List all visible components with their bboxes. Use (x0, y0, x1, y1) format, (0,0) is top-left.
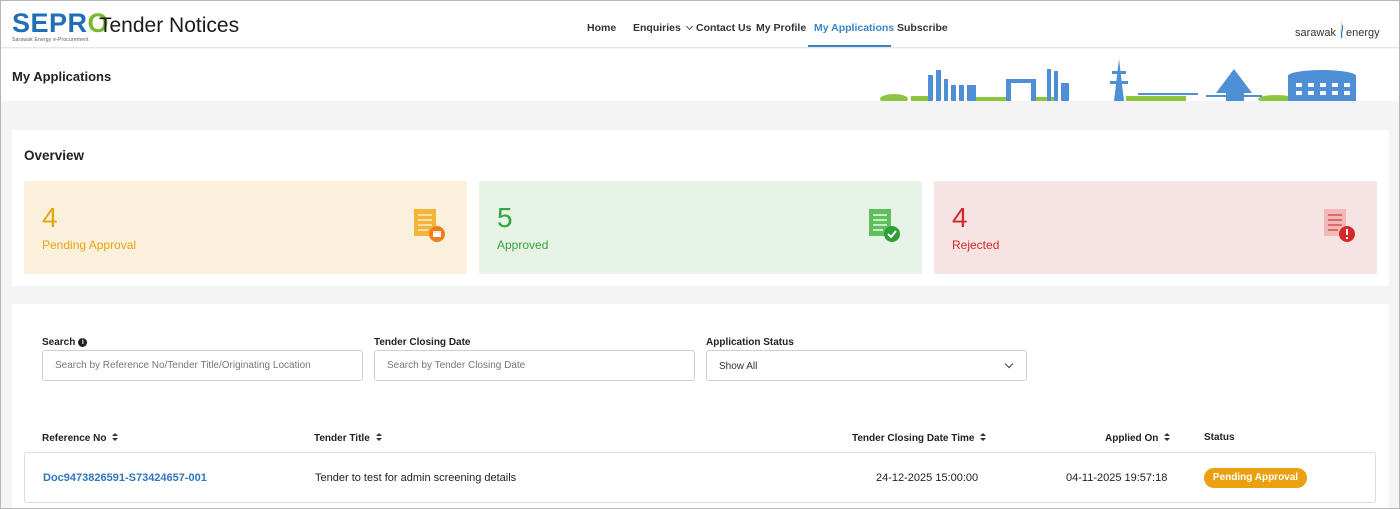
logo-text: SEPRO (12, 8, 110, 38)
column-header-label: Applied On (1105, 433, 1159, 444)
nav-enquiries[interactable]: Enquiries (633, 22, 693, 34)
brand-left: sarawak (1295, 27, 1336, 39)
column-header-closing-date[interactable]: Tender Closing Date Time (852, 432, 987, 444)
search-label: Search i (42, 337, 88, 348)
stat-label: Rejected (952, 238, 1000, 252)
rejected-document-icon (1324, 209, 1355, 242)
tender-closing-date-label: Tender Closing Date (374, 337, 471, 348)
site-title: Tender Notices (99, 14, 240, 37)
city-skyline-illustration (880, 59, 1356, 101)
sepro-logo[interactable]: SEPRO Sarawak Energy e-Procurement (12, 8, 110, 44)
column-header-label: Tender Closing Date Time (852, 433, 975, 444)
search-label-text: Search (42, 337, 76, 348)
column-header-tender-title[interactable]: Tender Title (314, 432, 382, 444)
column-header-reference-no[interactable]: Reference No (42, 432, 119, 444)
application-status-value: Show All (719, 361, 758, 372)
logo-subtitle: Sarawak Energy e-Procurement (12, 37, 89, 43)
nav-home[interactable]: Home (587, 22, 616, 34)
nav-enquiries-label: Enquiries (633, 22, 681, 34)
column-header-label: Tender Title (314, 433, 370, 444)
sort-icon (112, 433, 119, 442)
active-nav-indicator (808, 45, 891, 47)
overview-title: Overview (24, 148, 85, 163)
tender-title-cell: Tender to test for admin screening detai… (315, 472, 517, 484)
nav-contact-us[interactable]: Contact Us (696, 22, 751, 34)
applications-list-card: Searchi Tender Closing Date Application … (12, 304, 1389, 508)
applied-on-cell: 04-11-2025 19:57:18 (1066, 472, 1168, 484)
search-input[interactable] (42, 350, 363, 381)
page-frame: SEPRO Sarawak Energy e-Procurement Tende… (0, 0, 1400, 509)
page-title-band: My Applications (1, 49, 1399, 101)
nav-my-profile[interactable]: My Profile (756, 22, 806, 34)
stat-count: 4 (952, 202, 968, 233)
overview-card: Overview 4 Pending Approval 5 Approved 4 (12, 130, 1389, 286)
tender-closing-date-input[interactable] (374, 350, 695, 381)
chevron-down-icon (1004, 359, 1014, 369)
status-badge: Pending Approval (1204, 468, 1307, 488)
stat-approved[interactable]: 5 Approved (479, 181, 922, 274)
application-status-select[interactable]: Show All (706, 350, 1027, 381)
info-icon[interactable]: i (78, 338, 88, 347)
stat-label: Approved (497, 238, 549, 252)
brand-right: energy (1345, 27, 1380, 39)
table-row: Doc9473826591-S73424657-001 Tender to te… (24, 452, 1376, 503)
page-title: My Applications (12, 69, 112, 84)
stat-label: Pending Approval (42, 238, 137, 252)
flame-icon (1339, 21, 1344, 39)
sort-icon (375, 433, 382, 442)
nav-subscribe[interactable]: Subscribe (897, 22, 948, 34)
pending-document-icon (414, 209, 445, 242)
sarawak-energy-logo[interactable]: sarawak energy (1295, 18, 1380, 39)
column-header-status: Status (1204, 432, 1235, 443)
stat-count: 4 (42, 202, 58, 233)
stat-rejected[interactable]: 4 Rejected (934, 181, 1377, 274)
sort-icon (1164, 433, 1171, 442)
top-header: SEPRO Sarawak Energy e-Procurement Tende… (1, 1, 1399, 48)
stat-count: 5 (497, 202, 513, 233)
column-header-applied-on[interactable]: Applied On (1105, 432, 1171, 444)
approved-document-icon (869, 209, 900, 242)
column-header-label: Reference No (42, 433, 107, 444)
application-status-label: Application Status (706, 337, 794, 348)
reference-no-link[interactable]: Doc9473826591-S73424657-001 (43, 472, 207, 484)
closing-date-cell: 24-12-2025 15:00:00 (876, 472, 979, 484)
stat-pending-approval[interactable]: 4 Pending Approval (24, 181, 467, 274)
sort-icon (980, 433, 987, 442)
chevron-down-icon (685, 22, 693, 31)
nav-my-applications[interactable]: My Applications (814, 22, 894, 34)
